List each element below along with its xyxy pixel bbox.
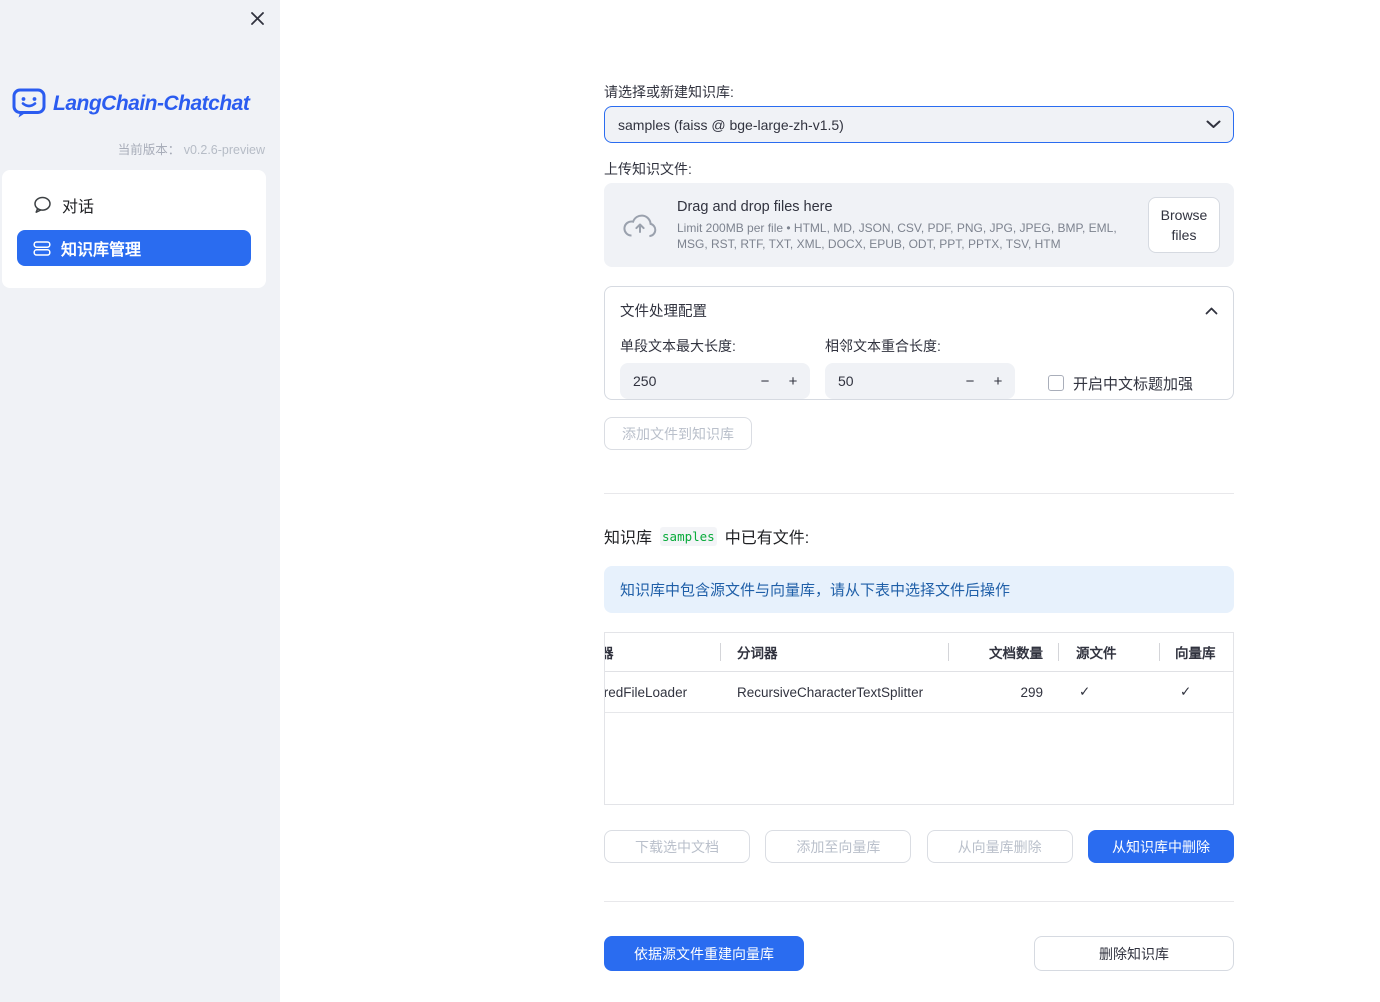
sidebar: LangChain-Chatchat 当前版本： v0.2.6-preview … bbox=[0, 0, 280, 1002]
close-icon bbox=[250, 11, 265, 26]
cell-splitter: RecursiveCharacterTextSplitter bbox=[737, 684, 924, 700]
upload-label: 上传知识文件: bbox=[604, 161, 692, 177]
info-alert-text: 知识库中包含源文件与向量库，请从下表中选择文件后操作 bbox=[620, 582, 1011, 599]
kb-select-label: 请选择或新建知识库: bbox=[604, 84, 734, 100]
col-header-doc-count[interactable]: 文档数量 bbox=[948, 633, 1058, 671]
chatchat-logo-icon bbox=[12, 88, 46, 119]
heading-suffix: 中已有文件: bbox=[724, 530, 810, 547]
chunk-overlap-input[interactable]: 50 − + bbox=[825, 363, 1015, 399]
version-value: v0.2.6-preview bbox=[183, 143, 265, 157]
kb-bottom-buttons: 依据源文件重建向量库 删除知识库 bbox=[604, 936, 1234, 971]
cell-source-file-check: ✓ bbox=[1079, 684, 1091, 699]
zh-title-enhance-checkbox[interactable] bbox=[1048, 375, 1064, 391]
delete-from-vector-store-button[interactable]: 从向量库删除 bbox=[926, 830, 1073, 863]
cell-doc-count: 299 bbox=[1020, 684, 1043, 700]
app-logo: LangChain-Chatchat bbox=[12, 88, 250, 119]
file-dropzone[interactable]: Drag and drop files here Limit 200MB per… bbox=[604, 183, 1234, 267]
kb-select-dropdown[interactable]: samples (faiss @ bge-large-zh-v1.5) bbox=[604, 106, 1234, 143]
download-selected-button[interactable]: 下载选中文档 bbox=[604, 830, 750, 863]
divider bbox=[604, 901, 1234, 902]
chat-bubble-icon bbox=[33, 196, 52, 214]
existing-files-heading: 知识库 samples 中已有文件: bbox=[604, 524, 1234, 548]
kb-name-code: samples bbox=[660, 526, 717, 546]
app-title: LangChain-Chatchat bbox=[53, 91, 250, 115]
col-header-loader[interactable]: 文档加载器 bbox=[605, 633, 720, 671]
menu-item-label: 对话 bbox=[62, 199, 95, 216]
menu-item-dialogue[interactable]: 对话 bbox=[17, 188, 251, 222]
dropzone-title: Drag and drop files here bbox=[677, 198, 833, 215]
minus-button[interactable]: − bbox=[957, 363, 983, 399]
cell-vector-store-check: ✓ bbox=[1180, 684, 1192, 699]
table-row[interactable]: UnstructuredFileLoader RecursiveCharacte… bbox=[604, 672, 1233, 713]
minus-button[interactable]: − bbox=[752, 363, 778, 399]
main-content: 请选择或新建知识库: samples (faiss @ bge-large-zh… bbox=[604, 0, 1234, 971]
delete-kb-button[interactable]: 删除知识库 bbox=[1034, 936, 1234, 971]
col-header-vector-store[interactable]: 向量库 bbox=[1159, 633, 1233, 671]
version-label: 当前版本： bbox=[117, 143, 181, 157]
expander-header[interactable]: 文件处理配置 bbox=[620, 300, 1218, 321]
zh-title-enhance-label: 开启中文标题加强 bbox=[1073, 375, 1194, 393]
chevron-up-icon bbox=[1205, 307, 1218, 315]
chunk-overlap-label: 相邻文本重合长度: bbox=[825, 338, 941, 354]
close-sidebar-button[interactable] bbox=[247, 8, 267, 28]
info-alert: 知识库中包含源文件与向量库，请从下表中选择文件后操作 bbox=[604, 566, 1234, 613]
add-files-to-kb-button[interactable]: 添加文件到知识库 bbox=[604, 417, 752, 450]
divider bbox=[604, 493, 1234, 494]
rebuild-vector-store-button[interactable]: 依据源文件重建向量库 bbox=[604, 936, 804, 971]
sidebar-menu: 对话 知识库管理 bbox=[2, 170, 266, 288]
browse-files-button[interactable]: Browse files bbox=[1148, 197, 1220, 253]
kb-files-table[interactable]: 文档加载器 分词器 文档数量 源文件 向量库 UnstructuredFileL… bbox=[604, 632, 1234, 805]
cell-loader: UnstructuredFileLoader bbox=[604, 684, 688, 700]
plus-button[interactable]: + bbox=[780, 363, 806, 399]
kb-select-value: samples (faiss @ bge-large-zh-v1.5) bbox=[618, 116, 844, 133]
dropzone-limit: Limit 200MB per file • HTML, MD, JSON, C… bbox=[677, 220, 1117, 251]
file-action-buttons: 下载选中文档 添加至向量库 从向量库删除 从知识库中删除 bbox=[604, 830, 1234, 863]
menu-item-label: 知识库管理 bbox=[61, 242, 142, 259]
kb-list-icon bbox=[33, 240, 51, 257]
col-header-source-file[interactable]: 源文件 bbox=[1058, 633, 1159, 671]
plus-button[interactable]: + bbox=[985, 363, 1011, 399]
chunk-size-label: 单段文本最大长度: bbox=[620, 338, 736, 354]
file-config-expander: 文件处理配置 单段文本最大长度: 250 − + 相邻文本重合长度: 50 − … bbox=[604, 286, 1234, 400]
cloud-upload-icon bbox=[621, 212, 659, 239]
add-to-vector-store-button[interactable]: 添加至向量库 bbox=[765, 830, 912, 863]
menu-item-knowledge-base[interactable]: 知识库管理 bbox=[17, 230, 251, 266]
chevron-down-icon bbox=[1206, 120, 1221, 129]
expander-title: 文件处理配置 bbox=[620, 304, 707, 320]
col-header-splitter[interactable]: 分词器 bbox=[720, 633, 948, 671]
table-header-row: 文档加载器 分词器 文档数量 源文件 向量库 bbox=[605, 633, 1233, 672]
version-info: 当前版本： v0.2.6-preview bbox=[118, 139, 265, 158]
chunk-size-input[interactable]: 250 − + bbox=[620, 363, 810, 399]
delete-from-kb-button[interactable]: 从知识库中删除 bbox=[1087, 830, 1234, 863]
chunk-size-value: 250 bbox=[633, 373, 657, 389]
chunk-overlap-value: 50 bbox=[838, 373, 854, 389]
heading-prefix: 知识库 bbox=[604, 530, 653, 547]
